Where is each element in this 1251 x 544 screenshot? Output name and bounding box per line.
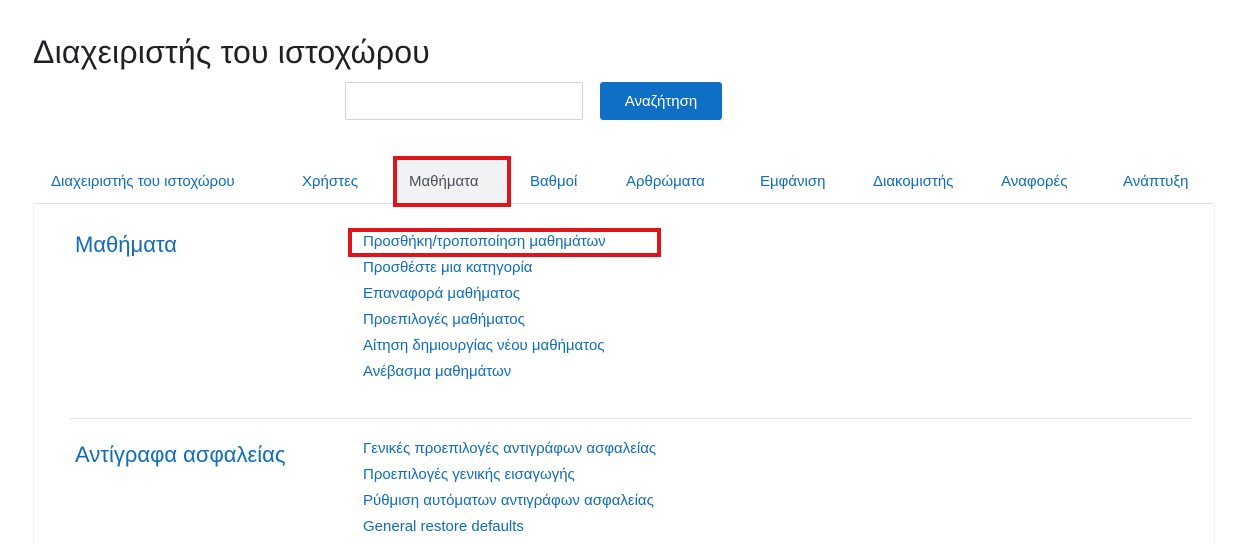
search-button[interactable]: Αναζήτηση bbox=[600, 82, 722, 120]
link-course-defaults[interactable]: Προεπιλογές μαθήματος bbox=[363, 311, 525, 328]
link-restore-defaults[interactable]: General restore defaults bbox=[363, 518, 524, 535]
tabs-divider bbox=[33, 203, 1213, 204]
link-manage-courses[interactable]: Προσθήκη/τροποποίηση μαθημάτων bbox=[363, 233, 606, 250]
tab-courses[interactable]: Μαθήματα bbox=[409, 173, 479, 190]
link-upload-courses[interactable]: Ανέβασμα μαθημάτων bbox=[363, 363, 511, 380]
tab-reports[interactable]: Αναφορές bbox=[1001, 173, 1067, 190]
tab-site-administration[interactable]: Διαχειριστής του ιστοχώρου bbox=[51, 173, 235, 190]
link-import-defaults[interactable]: Προεπιλογές γενικής εισαγωγής bbox=[363, 466, 575, 483]
link-restore-course[interactable]: Επαναφορά μαθήματος bbox=[363, 285, 520, 302]
section-heading-courses[interactable]: Μαθήματα bbox=[75, 232, 177, 258]
section-heading-backups[interactable]: Αντίγραφα ασφαλείας bbox=[75, 442, 285, 468]
tab-users[interactable]: Χρήστες bbox=[302, 173, 358, 190]
tab-plugins[interactable]: Αρθρώματα bbox=[626, 173, 705, 190]
tab-development[interactable]: Ανάπτυξη bbox=[1123, 173, 1188, 190]
link-backup-defaults[interactable]: Γενικές προεπιλογές αντιγράφων ασφαλείας bbox=[363, 440, 656, 457]
page-title: Διαχειριστής του ιστοχώρου bbox=[33, 34, 430, 70]
tab-appearance[interactable]: Εμφάνιση bbox=[760, 173, 825, 190]
search-input[interactable] bbox=[345, 82, 583, 120]
link-automated-backup[interactable]: Ρύθμιση αυτόματων αντιγράφων ασφαλείας bbox=[363, 492, 654, 509]
link-add-category[interactable]: Προσθέστε μια κατηγορία bbox=[363, 259, 532, 276]
tab-server[interactable]: Διακομιστής bbox=[873, 173, 953, 190]
tab-grades[interactable]: Βαθμοί bbox=[530, 173, 577, 190]
section-divider bbox=[70, 418, 1192, 419]
link-course-request[interactable]: Αίτηση δημιουργίας νέου μαθήματος bbox=[363, 337, 605, 354]
